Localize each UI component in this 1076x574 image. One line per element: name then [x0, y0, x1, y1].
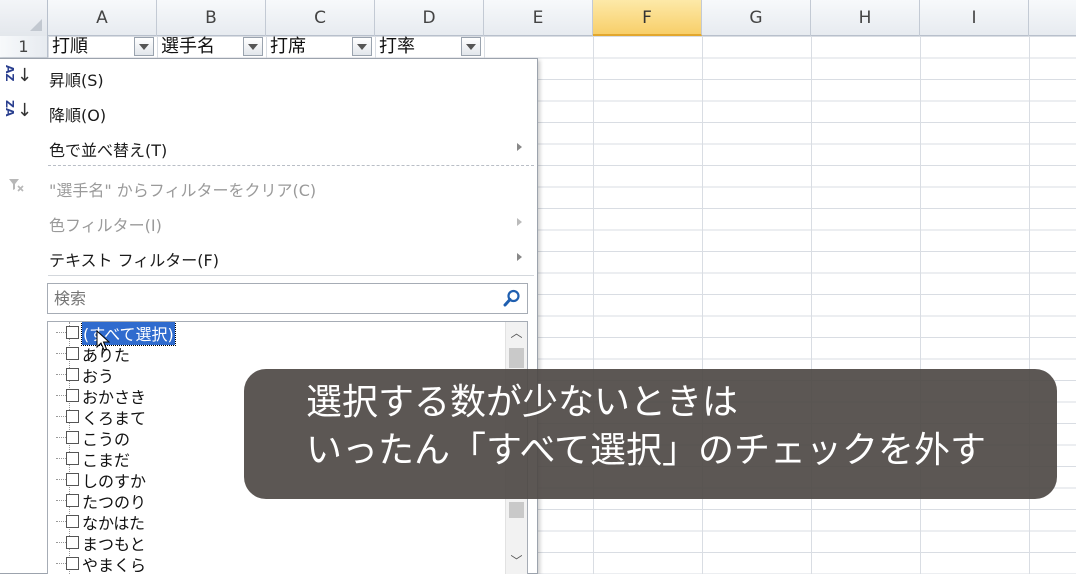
chevron-down-icon	[466, 43, 476, 50]
menu-label: 降順(O)	[49, 106, 107, 125]
column-header-a[interactable]: A	[48, 0, 157, 36]
filter-dropdown-button-a[interactable]	[134, 37, 154, 56]
menu-separator	[48, 275, 534, 276]
filter-dropdown-button-b[interactable]	[243, 37, 263, 56]
menu-text-filter[interactable]: テキスト フィルター(F)	[0, 241, 536, 274]
checkbox[interactable]	[66, 515, 79, 528]
checkbox[interactable]	[66, 410, 79, 423]
column-header-c[interactable]: C	[266, 0, 375, 36]
column-header-g[interactable]: G	[702, 0, 811, 36]
row-header-1[interactable]: 1	[0, 36, 48, 58]
chevron-right-icon	[517, 218, 522, 226]
list-item[interactable]: こうの	[56, 427, 130, 449]
filter-dropdown-button-c[interactable]	[352, 37, 372, 56]
list-item[interactable]: やまくら	[56, 553, 146, 574]
column-header-e[interactable]: E	[484, 0, 593, 36]
menu-sort-by-color[interactable]: 色で並べ替え(T)	[0, 131, 536, 164]
list-item[interactable]: まつもと	[56, 532, 146, 554]
sort-descending-icon: ZA ↓	[3, 100, 33, 121]
checkbox[interactable]	[66, 368, 79, 381]
menu-label: テキスト フィルター(F)	[49, 251, 219, 270]
filter-search-box[interactable]	[47, 283, 528, 314]
checkbox[interactable]	[66, 494, 79, 507]
list-item[interactable]: くろまて	[56, 406, 146, 428]
column-header-h[interactable]: H	[811, 0, 920, 36]
list-item[interactable]: こまだ	[56, 448, 130, 470]
menu-sort-descending[interactable]: ZA ↓ 降順(O)	[0, 96, 536, 129]
menu-sort-ascending[interactable]: AZ ↓ 昇順(S)	[0, 61, 536, 94]
scroll-down-icon[interactable]: ﹀	[506, 552, 527, 570]
checkbox[interactable]	[66, 431, 79, 444]
chevron-right-icon	[517, 253, 522, 261]
caption-line-1: 選択する数が少ないときは	[306, 382, 739, 423]
menu-clear-filter[interactable]: "選手名" からフィルターをクリア(C)	[0, 171, 536, 204]
chevron-down-icon	[139, 43, 149, 50]
checkbox[interactable]	[66, 326, 79, 339]
search-icon[interactable]	[503, 289, 521, 307]
list-item[interactable]: しのすか	[56, 469, 146, 491]
column-header-b[interactable]: B	[157, 0, 266, 36]
menu-label: 色フィルター(I)	[49, 216, 162, 235]
column-header-row: A B C D E F G H I	[0, 0, 1076, 36]
checkbox[interactable]	[66, 347, 79, 360]
checkbox[interactable]	[66, 536, 79, 549]
menu-color-filter[interactable]: 色フィルター(I)	[0, 206, 536, 239]
list-item-select-all[interactable]: (すべて選択)	[56, 322, 176, 346]
column-header-f[interactable]: F	[593, 0, 702, 36]
chevron-down-icon	[248, 43, 258, 50]
menu-separator	[48, 165, 534, 166]
checkbox[interactable]	[66, 473, 79, 486]
checkbox[interactable]	[66, 452, 79, 465]
column-header-d[interactable]: D	[375, 0, 484, 36]
checkbox[interactable]	[66, 557, 79, 570]
funnel-x-icon	[4, 175, 34, 201]
menu-label: 昇順(S)	[49, 71, 104, 90]
mouse-cursor-icon	[96, 330, 110, 351]
tutorial-caption: 選択する数が少ないときは いったん「すべて選択」のチェックを外す	[244, 369, 1057, 499]
column-header-i[interactable]: I	[920, 0, 1029, 36]
menu-label: 色で並べ替え(T)	[49, 141, 168, 160]
checkbox[interactable]	[66, 389, 79, 402]
scrollbar-track-mark	[509, 502, 524, 518]
filter-dropdown-button-d[interactable]	[461, 37, 481, 56]
chevron-right-icon	[517, 143, 522, 151]
search-input[interactable]	[48, 284, 488, 313]
list-item[interactable]: おう	[56, 364, 114, 386]
list-item[interactable]: なかはた	[56, 511, 145, 533]
caption-line-2: いったん「すべて選択」のチェックを外す	[306, 430, 987, 471]
list-item[interactable]: おかさき	[56, 385, 146, 407]
scroll-up-icon[interactable]: ︿	[506, 324, 527, 342]
chevron-down-icon	[357, 43, 367, 50]
list-item[interactable]: たつのり	[56, 490, 146, 512]
select-all-corner[interactable]	[0, 0, 48, 36]
sort-ascending-icon: AZ ↓	[3, 65, 33, 86]
menu-label: "選手名" からフィルターをクリア(C)	[49, 181, 317, 200]
scrollbar-thumb[interactable]	[509, 348, 524, 368]
